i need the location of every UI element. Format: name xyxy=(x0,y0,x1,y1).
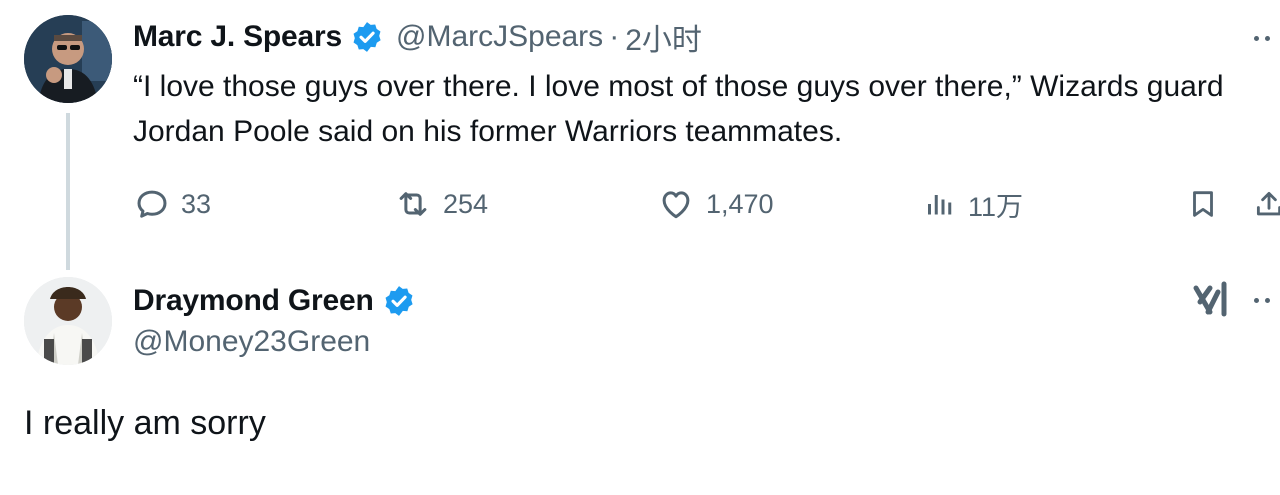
retweet-arrows-icon xyxy=(393,185,433,223)
comment-bubble-icon xyxy=(133,185,171,223)
like-count: 1,470 xyxy=(706,188,774,219)
tweet-header: Marc J. Spears @MarcJSpears · 2小时 xyxy=(133,16,702,58)
views-button[interactable]: 11万 xyxy=(922,183,1023,225)
share-upload-icon xyxy=(1252,185,1280,223)
reply-button[interactable]: 33 xyxy=(133,183,211,225)
more-options-button[interactable] xyxy=(1254,290,1280,310)
more-options-button[interactable] xyxy=(1254,28,1280,48)
tweet-actions-bar: 33 254 1,470 11万 xyxy=(0,183,1280,225)
bookmark-icon xyxy=(1186,185,1220,223)
tweet-text: “I love those guys over there. I love mo… xyxy=(133,70,1224,148)
reply-count: 33 xyxy=(181,188,212,219)
view-count: 11万 xyxy=(968,191,1024,222)
heart-icon xyxy=(656,185,696,223)
author-handle[interactable]: @MarcJSpears xyxy=(396,20,603,54)
like-button[interactable]: 1,470 xyxy=(656,183,774,225)
grok-x-icon[interactable] xyxy=(1192,280,1232,320)
avatar[interactable] xyxy=(24,15,112,103)
bar-chart-icon xyxy=(922,185,958,223)
more-horizontal-icon xyxy=(1254,35,1259,41)
bookmark-button[interactable] xyxy=(1186,183,1220,225)
share-button[interactable] xyxy=(1252,183,1280,225)
reply-header: Draymond Green xyxy=(133,280,416,322)
more-dot xyxy=(1265,297,1270,303)
more-horizontal-icon xyxy=(1254,297,1259,303)
more-dot xyxy=(1265,35,1270,41)
author-handle[interactable]: @Money23Green xyxy=(133,325,370,359)
reply-text: I really am sorry xyxy=(24,404,266,442)
author-name[interactable]: Marc J. Spears xyxy=(133,20,342,54)
retweet-count: 254 xyxy=(443,188,489,219)
verified-badge-icon xyxy=(350,20,384,54)
separator-dot: · xyxy=(609,20,620,53)
tweet-timestamp[interactable]: 2小时 xyxy=(625,15,702,59)
author-name[interactable]: Draymond Green xyxy=(133,284,374,318)
avatar[interactable] xyxy=(24,277,112,365)
verified-badge-icon xyxy=(382,284,416,318)
retweet-button[interactable]: 254 xyxy=(393,183,488,225)
